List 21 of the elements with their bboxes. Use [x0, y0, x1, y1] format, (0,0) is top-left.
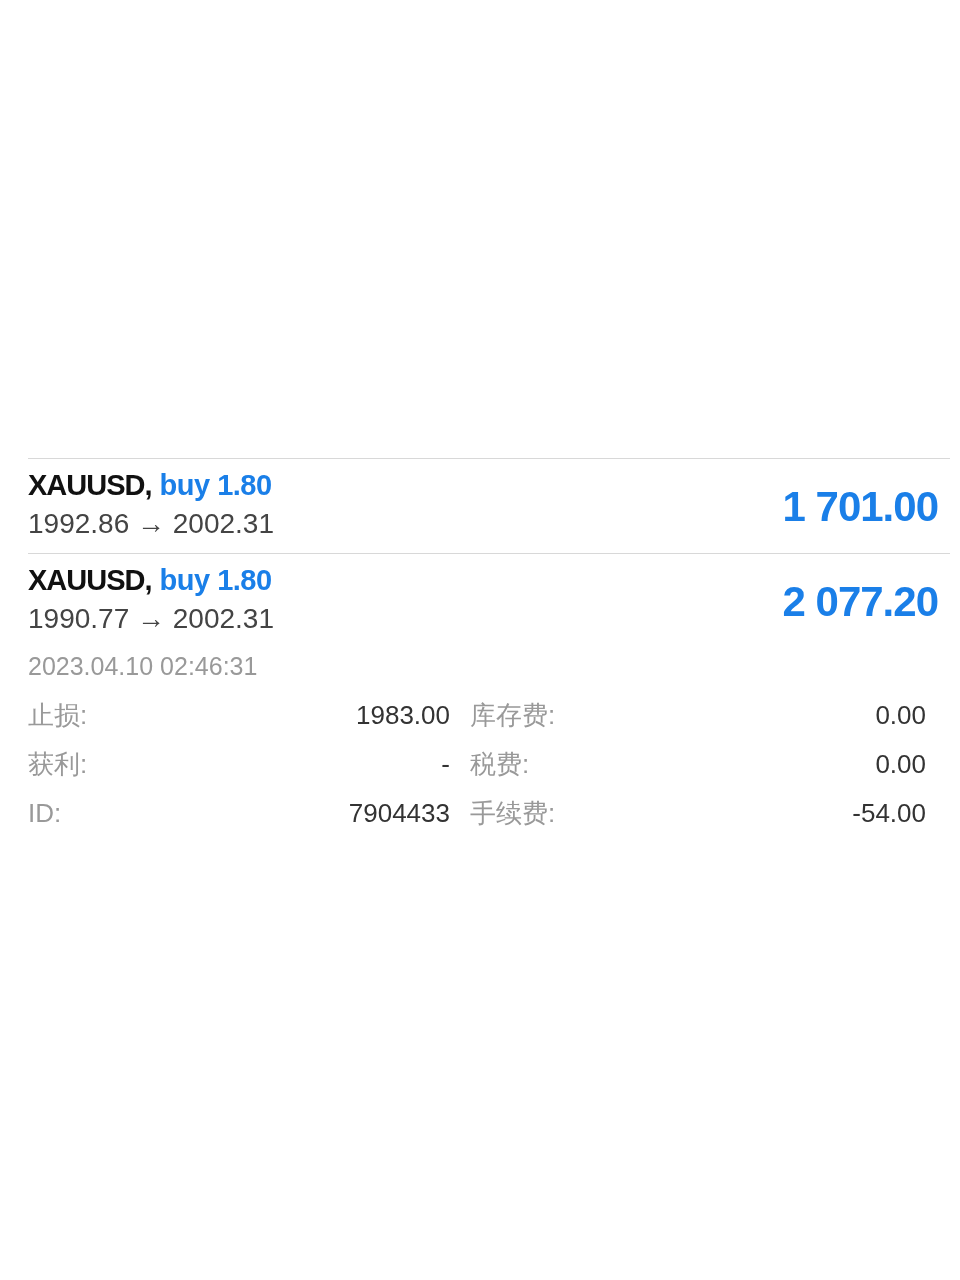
- timestamp-text: 2023.04.10 02:46:31: [28, 651, 259, 682]
- price-text: 1992.86 → 2002.31: [28, 507, 274, 541]
- detail-label: 获利:: [28, 747, 89, 781]
- detail-value: 1983.00: [355, 698, 450, 732]
- detail-value: 7904433: [347, 796, 450, 830]
- order-side-text: buy 1.80: [159, 563, 272, 598]
- symbol-text: XAUUSD,: [28, 563, 152, 598]
- order-side-text: buy 1.80: [159, 468, 272, 503]
- detail-value: 0.00: [874, 747, 926, 781]
- price-text: 1990.77 → 2002.31: [28, 602, 274, 636]
- detail-label: 手续费:: [470, 796, 557, 830]
- detail-label: 止损:: [28, 698, 89, 732]
- profit-text: 2 077.20: [782, 576, 938, 627]
- detail-label: ID:: [28, 796, 63, 830]
- detail-label: 税费:: [470, 747, 531, 781]
- symbol-text: XAUUSD,: [28, 468, 152, 503]
- detail-value: -54.00: [851, 796, 926, 830]
- detail-label: 库存费:: [470, 698, 557, 732]
- detail-value: -: [440, 747, 450, 781]
- detail-value: 0.00: [874, 698, 926, 732]
- profit-text: 1 701.00: [782, 481, 938, 532]
